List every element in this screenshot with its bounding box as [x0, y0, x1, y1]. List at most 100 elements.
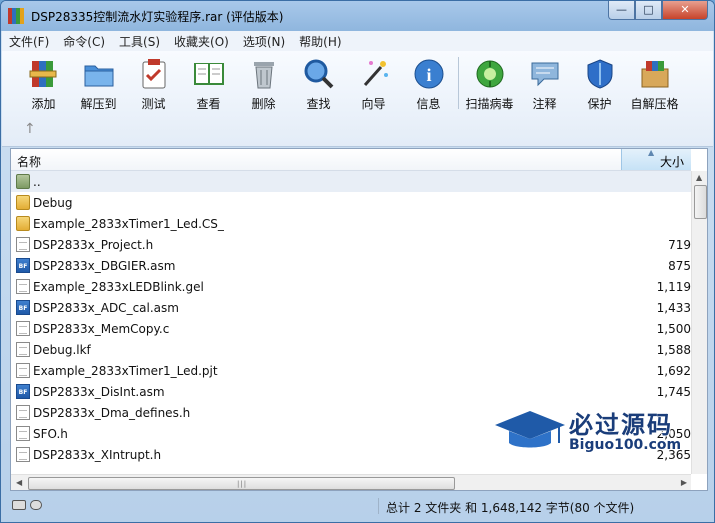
- file-icon: [16, 342, 30, 357]
- comment-button[interactable]: 注释: [517, 57, 572, 112]
- file-row[interactable]: DSP2833x_MemCopy.c 1,500: [11, 318, 691, 339]
- file-icon: [16, 405, 30, 420]
- file-row[interactable]: Example_2833xTimer1_Led.CS_: [11, 213, 691, 234]
- menu-favorites[interactable]: 收藏夹(O): [167, 33, 236, 50]
- file-name: DSP2833x_DisInt.asm: [33, 385, 165, 399]
- asm-file-icon: BF: [16, 258, 30, 273]
- column-name-header[interactable]: 名称: [17, 153, 41, 170]
- find-magnifier-icon: [302, 57, 336, 91]
- file-name: Example_2833xLEDBlink.gel: [33, 280, 204, 294]
- folder-icon: [16, 216, 30, 231]
- test-button[interactable]: 测试: [126, 57, 181, 112]
- parent-folder-icon: [16, 174, 30, 189]
- window-title: DSP28335控制流水灯实验程序.rar (评估版本): [31, 9, 284, 24]
- file-row[interactable]: BF DSP2833x_DBGIER.asm 875: [11, 255, 691, 276]
- scroll-up-icon[interactable]: ▲: [696, 173, 702, 182]
- menu-tools[interactable]: 工具(S): [112, 33, 167, 50]
- file-size: 875: [668, 259, 691, 273]
- extract-folder-icon: [82, 57, 116, 91]
- file-icon: [16, 279, 30, 294]
- minimize-button[interactable]: —: [608, 1, 635, 20]
- file-name: DSP2833x_DBGIER.asm: [33, 259, 176, 273]
- file-size: 719: [668, 238, 691, 252]
- protect-button[interactable]: 保护: [572, 57, 627, 112]
- virus-scan-icon: [473, 57, 507, 91]
- file-name: ..: [33, 175, 41, 189]
- winrar-app-icon: [8, 8, 24, 24]
- menu-bar: 文件(F) 命令(C) 工具(S) 收藏夹(O) 选项(N) 帮助(H): [2, 31, 713, 51]
- test-clipboard-icon: [137, 57, 171, 91]
- info-button[interactable]: i 信息: [401, 57, 456, 112]
- add-button[interactable]: 添加: [16, 57, 71, 112]
- up-folder-button[interactable]: ↑: [24, 121, 36, 137]
- watermark-subtitle: Biguo100.com: [569, 437, 682, 453]
- parent-folder-row[interactable]: ..: [11, 171, 691, 192]
- scroll-right-icon[interactable]: ▶: [681, 478, 687, 487]
- comment-icon: [528, 57, 562, 91]
- find-button[interactable]: 查找: [291, 57, 346, 112]
- menu-help[interactable]: 帮助(H): [292, 33, 348, 50]
- status-bar: 总计 2 文件夹 和 1,648,142 字节(80 个文件): [2, 495, 713, 517]
- shield-icon: [583, 57, 617, 91]
- column-size-header[interactable]: ▲ 大小: [621, 149, 691, 170]
- file-row[interactable]: BF DSP2833x_ADC_cal.asm 1,433: [11, 297, 691, 318]
- file-size: 1,745: [656, 385, 691, 399]
- drive-icon[interactable]: [12, 500, 26, 510]
- title-bar[interactable]: DSP28335控制流水灯实验程序.rar (评估版本) — □ ✕: [1, 1, 714, 31]
- file-row[interactable]: DSP2833x_Project.h 719: [11, 234, 691, 255]
- folder-icon: [16, 195, 30, 210]
- menu-commands[interactable]: 命令(C): [56, 33, 112, 50]
- horizontal-scroll-thumb[interactable]: |||: [28, 477, 455, 490]
- file-size: 1,119: [656, 280, 691, 294]
- file-row[interactable]: BF DSP2833x_DisInt.asm 1,745: [11, 381, 691, 402]
- scroll-left-icon[interactable]: ◀: [16, 478, 22, 487]
- extract-to-button[interactable]: 解压到: [71, 57, 126, 112]
- trash-icon: [247, 57, 281, 91]
- toolbar-separator: [458, 57, 459, 109]
- watermark: 必过源码 Biguo100.com: [493, 401, 703, 461]
- wizard-button[interactable]: 向导: [346, 57, 401, 112]
- asm-file-icon: BF: [16, 300, 30, 315]
- file-size: 1,692: [656, 364, 691, 378]
- file-icon: [16, 237, 30, 252]
- file-row[interactable]: Debug.lkf 1,588: [11, 339, 691, 360]
- sort-arrow-icon: ▲: [648, 148, 655, 157]
- file-row[interactable]: Example_2833xTimer1_Led.pjt 1,692: [11, 360, 691, 381]
- file-name: Debug: [33, 196, 73, 210]
- horizontal-scrollbar[interactable]: ◀ ||| ▶: [11, 474, 691, 490]
- app-window: DSP28335控制流水灯实验程序.rar (评估版本) — □ ✕ 文件(F)…: [0, 0, 715, 523]
- file-row[interactable]: Example_2833xLEDBlink.gel 1,119: [11, 276, 691, 297]
- file-name: Example_2833xTimer1_Led.pjt: [33, 364, 218, 378]
- status-text: 总计 2 文件夹 和 1,648,142 字节(80 个文件): [386, 501, 635, 515]
- column-header: 名称 ▲ 大小: [11, 149, 691, 171]
- view-book-icon: [192, 57, 226, 91]
- file-name: SFO.h: [33, 427, 68, 441]
- svg-text:i: i: [426, 65, 431, 85]
- graduation-cap-icon: [495, 411, 565, 448]
- view-button[interactable]: 查看: [181, 57, 236, 112]
- file-name: DSP2833x_XIntrupt.h: [33, 448, 162, 462]
- key-icon[interactable]: [30, 500, 42, 510]
- close-button[interactable]: ✕: [662, 1, 708, 20]
- status-separator: [378, 498, 379, 514]
- vertical-scroll-thumb[interactable]: [694, 185, 707, 219]
- file-name: DSP2833x_ADC_cal.asm: [33, 301, 179, 315]
- menu-options[interactable]: 选项(N): [236, 33, 292, 50]
- sfx-button[interactable]: 自解压格: [627, 57, 682, 112]
- add-archive-icon: [27, 57, 61, 91]
- wizard-wand-icon: [357, 57, 391, 91]
- file-icon: [16, 426, 30, 441]
- maximize-button[interactable]: □: [635, 1, 662, 20]
- toolbar: 添加 解压到 测试 查看 删除 查找 向导 i 信息 扫描病毒 注释 保护 自解…: [2, 51, 713, 147]
- delete-button[interactable]: 删除: [236, 57, 291, 112]
- file-name: DSP2833x_Dma_defines.h: [33, 406, 191, 420]
- file-name: Debug.lkf: [33, 343, 91, 357]
- file-name: DSP2833x_MemCopy.c: [33, 322, 170, 336]
- scan-virus-button[interactable]: 扫描病毒: [462, 57, 517, 112]
- file-icon: [16, 363, 30, 378]
- file-size: 1,433: [656, 301, 691, 315]
- file-size: 1,588: [656, 343, 691, 357]
- sfx-box-icon: [638, 57, 672, 91]
- file-row[interactable]: Debug: [11, 192, 691, 213]
- menu-file[interactable]: 文件(F): [2, 33, 56, 50]
